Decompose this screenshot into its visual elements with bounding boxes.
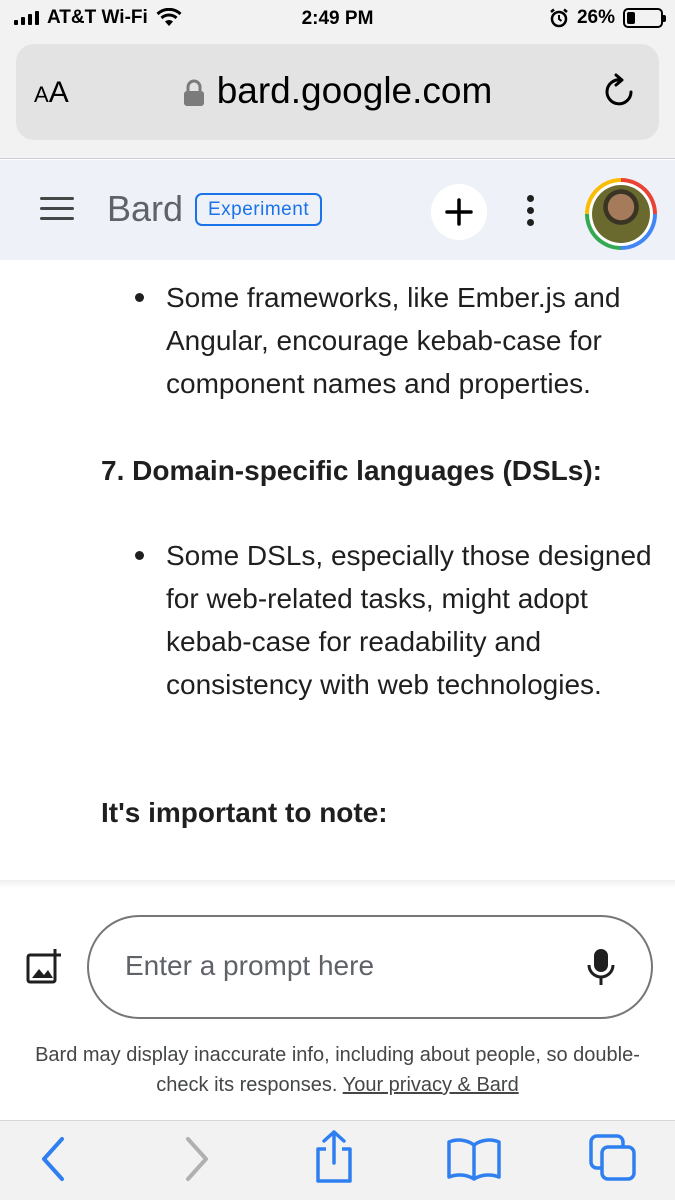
page: AT&T Wi-Fi 2:49 PM 26% AA bard.google.co… <box>0 0 675 1200</box>
address-bar[interactable]: AA bard.google.com <box>16 44 659 140</box>
plus-icon <box>445 198 473 226</box>
bard-logo[interactable]: Bard <box>107 188 183 230</box>
prompt-placeholder: Enter a prompt here <box>125 950 375 981</box>
bookmarks-icon[interactable] <box>446 1137 502 1181</box>
section-heading-7: 7. Domain-specific languages (DSLs): <box>101 455 602 486</box>
share-icon[interactable] <box>312 1129 356 1185</box>
response-content: Some frameworks, like Ember.js and Angul… <box>0 260 675 882</box>
url-text: bard.google.com <box>216 70 493 111</box>
add-image-icon[interactable] <box>26 948 62 984</box>
forward-icon[interactable] <box>182 1135 212 1183</box>
reload-icon[interactable] <box>601 72 637 110</box>
bullet-dot <box>135 293 144 302</box>
menu-icon[interactable] <box>40 197 74 227</box>
new-chat-button[interactable] <box>431 184 487 240</box>
battery-percent: 26% <box>576 7 615 28</box>
battery-fill <box>627 12 636 24</box>
avatar <box>592 185 650 243</box>
battery-icon <box>623 8 666 28</box>
bullet-text: Some DSLs, especially those designed for… <box>166 540 652 700</box>
browser-toolbar <box>0 1120 675 1200</box>
disclaimer: Bard may display inaccurate info, includ… <box>20 1040 655 1100</box>
prompt-input[interactable]: Enter a prompt here <box>87 915 653 1019</box>
tabs-icon[interactable] <box>588 1133 638 1183</box>
experiment-badge: Experiment <box>195 193 323 226</box>
status-right: 26% <box>549 7 666 29</box>
privacy-link[interactable]: Your privacy & Bard <box>343 1074 519 1096</box>
note-heading: It's important to note: <box>101 797 388 828</box>
lock-icon <box>183 79 204 107</box>
disclaimer-text: Bard may display inaccurate info, includ… <box>35 1044 640 1096</box>
browser-url-area: AA bard.google.com <box>0 38 675 159</box>
content-divider <box>0 880 675 888</box>
alarm-icon <box>550 8 568 28</box>
url-display[interactable]: bard.google.com <box>16 70 659 112</box>
more-vert-icon[interactable] <box>527 195 535 231</box>
avatar-ring <box>589 182 653 246</box>
bullet-dot <box>135 551 144 560</box>
bard-header: Bard Experiment <box>0 160 675 260</box>
status-bar: AT&T Wi-Fi 2:49 PM 26% <box>0 0 675 38</box>
back-icon[interactable] <box>38 1135 68 1183</box>
account-avatar-button[interactable] <box>585 178 657 250</box>
bullet-text: Some frameworks, like Ember.js and Angul… <box>166 282 621 399</box>
mic-icon[interactable] <box>587 947 615 987</box>
